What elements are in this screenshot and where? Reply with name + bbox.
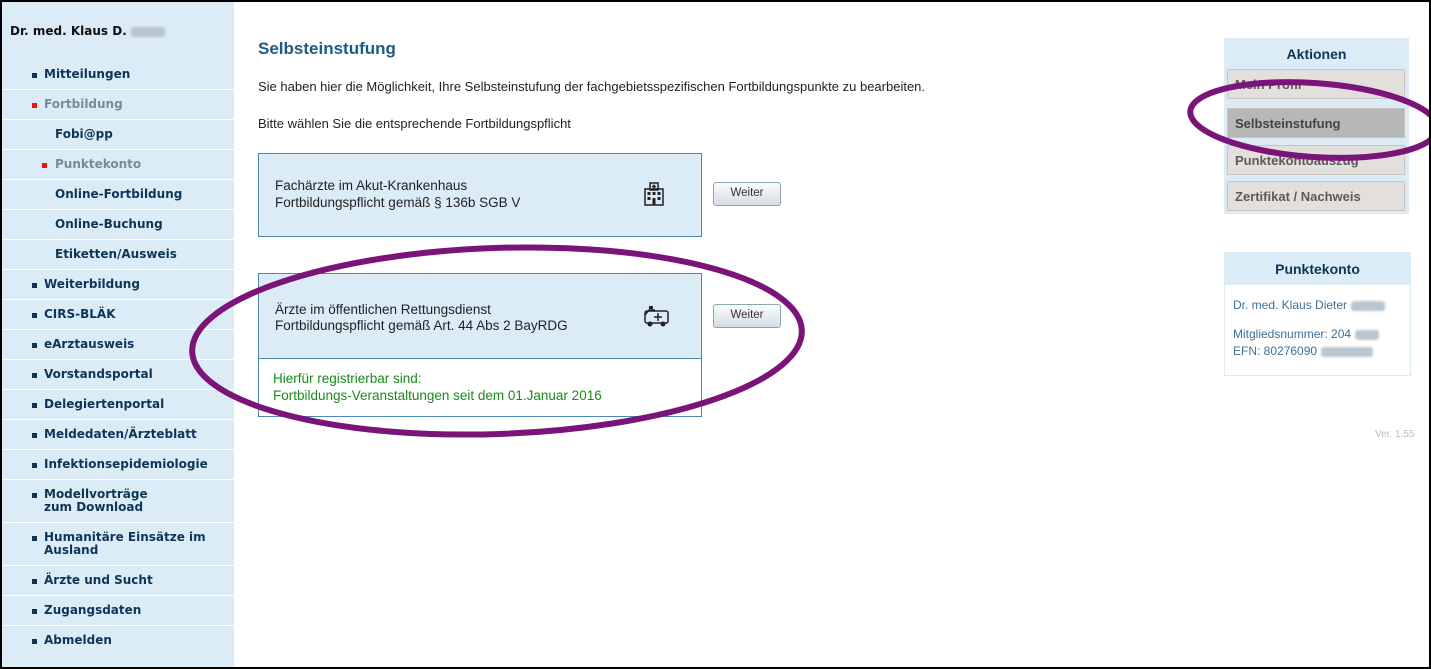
option-header: Ärzte im öffentlichen Rettungsdienst For… <box>259 274 701 359</box>
bullet-icon <box>32 433 37 438</box>
option-subtitle: Fortbildungspflicht gemäß § 136b SGB V <box>275 195 521 210</box>
sidebar-item-label: eArztausweis <box>44 337 135 351</box>
ambulance-icon <box>643 303 669 329</box>
main-content: Selbsteinstufung Sie haben hier die Mögl… <box>258 2 1198 667</box>
sidebar-item-label: Online-Buchung <box>55 217 163 231</box>
bullet-icon <box>42 163 47 168</box>
member-number-text: Mitgliedsnummer: 204 <box>1233 327 1352 341</box>
veranstaltungen-note: Fortbildungs-Veranstaltungen seit dem 01… <box>273 388 602 403</box>
sidebar: Dr. med. Klaus D. Mitteilungen Fortbildu… <box>2 2 234 667</box>
sidebar-item-punktekonto[interactable]: Punktekonto <box>2 149 234 179</box>
redacted-number <box>1321 346 1374 357</box>
sidebar-item-label: Punktekonto <box>55 157 142 171</box>
sidebar-item-label: Abmelden <box>44 633 112 647</box>
actions-title: Aktionen <box>1286 46 1347 62</box>
sidebar-item-fortbildung[interactable]: Fortbildung <box>2 89 234 119</box>
sidebar-item-meldedaten[interactable]: Meldedaten/Ärzteblatt <box>2 419 234 449</box>
sidebar-item-label: Modellvorträge zum Download <box>44 487 148 514</box>
sidebar-item-etiketten[interactable]: Etiketten/Ausweis <box>2 239 234 269</box>
sidebar-nav: Mitteilungen Fortbildung Fobi@pp Punktek… <box>2 60 234 655</box>
page-title: Selbsteinstufung <box>258 39 396 58</box>
bullet-icon <box>32 373 37 378</box>
action-mein-profil[interactable]: Mein Profil <box>1227 69 1405 99</box>
option-subtitle: Fortbildungspflicht gemäß Art. 44 Abs 2 … <box>275 318 568 333</box>
sidebar-item-label: Fortbildung <box>44 97 123 111</box>
weiter-button-akut-krankenhaus[interactable]: Weiter <box>713 182 781 206</box>
bullet-icon <box>32 463 37 468</box>
sidebar-item-aerzte-und-sucht[interactable]: Ärzte und Sucht <box>2 565 234 595</box>
page-frame: Dr. med. Klaus D. Mitteilungen Fortbildu… <box>0 0 1431 669</box>
sidebar-item-infektionsepidemiologie[interactable]: Infektionsepidemiologie <box>2 449 234 479</box>
redacted-surname <box>130 26 165 37</box>
sidebar-item-humanitaere-einsaetze[interactable]: Humanitäre Einsätze im Ausland <box>2 522 234 565</box>
redacted-number <box>1355 329 1380 340</box>
sidebar-item-zugangsdaten[interactable]: Zugangsdaten <box>2 595 234 625</box>
sidebar-item-online-buchung[interactable]: Online-Buchung <box>2 209 234 239</box>
user-name-text: Dr. med. Klaus D. <box>10 24 127 38</box>
action-zertifikat-nachweis[interactable]: Zertifikat / Nachweis <box>1227 181 1405 211</box>
sidebar-item-mitteilungen[interactable]: Mitteilungen <box>2 60 234 89</box>
punktekonto-panel: Punktekonto Dr. med. Klaus Dieter Mitgli… <box>1224 252 1411 376</box>
bullet-icon <box>32 313 37 318</box>
option-title: Fachärzte im Akut-Krankenhaus <box>275 178 468 193</box>
action-punktekontoauszug[interactable]: Punktekontoauszug <box>1227 145 1405 175</box>
bullet-icon <box>32 103 37 108</box>
sidebar-item-vorstandsportal[interactable]: Vorstandsportal <box>2 359 234 389</box>
sidebar-item-label: Delegiertenportal <box>44 397 165 411</box>
member-number: Mitgliedsnummer: 204 <box>1233 327 1380 341</box>
sidebar-item-weiterbildung[interactable]: Weiterbildung <box>2 269 234 299</box>
sidebar-item-label: Weiterbildung <box>44 277 140 291</box>
weiter-button-rettungsdienst[interactable]: Weiter <box>713 304 781 328</box>
bullet-icon <box>32 283 37 288</box>
sidebar-item-label: Ärzte und Sucht <box>44 573 153 587</box>
sidebar-item-fobiapp[interactable]: Fobi@pp <box>2 119 234 149</box>
sidebar-item-cirs[interactable]: CIRS-BLÄK <box>2 299 234 329</box>
registrierbar-note: Hierfür registrierbar sind: <box>273 371 422 386</box>
sidebar-item-label: Meldedaten/Ärzteblatt <box>44 427 197 441</box>
sidebar-item-label: Infektionsepidemiologie <box>44 457 208 471</box>
sidebar-item-online-fortbildung[interactable]: Online-Fortbildung <box>2 179 234 209</box>
bullet-icon <box>32 639 37 644</box>
bullet-icon <box>32 609 37 614</box>
option-card-rettungsdienst: Ärzte im öffentlichen Rettungsdienst For… <box>258 273 702 417</box>
punktekonto-name-text: Dr. med. Klaus Dieter <box>1233 298 1348 312</box>
option-title: Ärzte im öffentlichen Rettungsdienst <box>275 302 491 317</box>
sidebar-item-delegiertenportal[interactable]: Delegiertenportal <box>2 389 234 419</box>
choose-text: Bitte wählen Sie die entsprechende Fortb… <box>258 116 571 131</box>
actions-panel: Aktionen Mein Profil Selbsteinstufung Pu… <box>1224 38 1409 214</box>
redacted-surname <box>1351 300 1386 311</box>
bullet-icon <box>32 73 37 78</box>
sidebar-item-label: Fobi@pp <box>55 127 113 141</box>
sidebar-item-label: Zugangsdaten <box>44 603 142 617</box>
sidebar-item-label: Humanitäre Einsätze im Ausland <box>44 530 206 557</box>
sidebar-item-label: Mitteilungen <box>44 67 131 81</box>
sidebar-item-label: Vorstandsportal <box>44 367 153 381</box>
punktekonto-name: Dr. med. Klaus Dieter <box>1233 298 1386 312</box>
sidebar-item-modellvortraege[interactable]: Modellvorträge zum Download <box>2 479 234 522</box>
option-card-akut-krankenhaus: Fachärzte im Akut-Krankenhaus Fortbildun… <box>258 153 702 237</box>
intro-text: Sie haben hier die Möglichkeit, Ihre Sel… <box>258 79 926 94</box>
hospital-icon <box>641 181 667 207</box>
sidebar-item-label: Etiketten/Ausweis <box>55 247 177 261</box>
sidebar-item-label: Online-Fortbildung <box>55 187 183 201</box>
bullet-icon <box>32 536 37 541</box>
efn-number-text: EFN: 80276090 <box>1233 344 1318 358</box>
sidebar-item-label: CIRS-BLÄK <box>44 307 116 321</box>
action-selbsteinstufung[interactable]: Selbsteinstufung <box>1227 108 1405 138</box>
sidebar-item-abmelden[interactable]: Abmelden <box>2 625 234 655</box>
bullet-icon <box>32 403 37 408</box>
sidebar-item-earztausweis[interactable]: eArztausweis <box>2 329 234 359</box>
bullet-icon <box>32 579 37 584</box>
version-label: Ver. 1.55 <box>1375 429 1415 440</box>
efn-number: EFN: 80276090 <box>1233 344 1374 358</box>
punktekonto-title: Punktekonto <box>1225 253 1410 285</box>
bullet-icon <box>32 493 37 498</box>
bullet-icon <box>32 343 37 348</box>
user-name: Dr. med. Klaus D. <box>10 24 165 38</box>
